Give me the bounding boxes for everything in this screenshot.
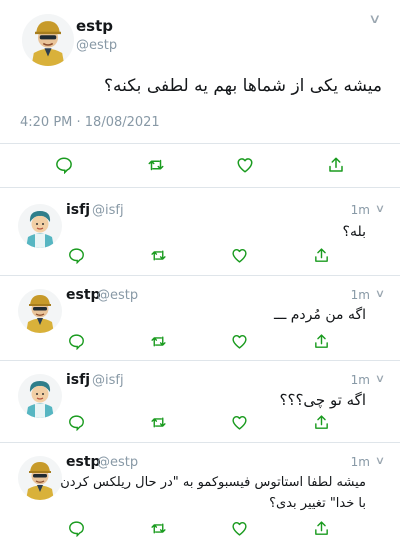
share-icon[interactable] xyxy=(324,153,348,177)
reply-actions xyxy=(0,243,400,267)
reply-icon[interactable] xyxy=(64,410,88,434)
author-handle[interactable]: @estp xyxy=(76,38,117,53)
share-icon[interactable] xyxy=(309,329,333,353)
share-icon[interactable] xyxy=(309,516,333,540)
reply-icon[interactable] xyxy=(64,243,88,267)
tweet-actions xyxy=(0,153,400,177)
reply-icon[interactable] xyxy=(64,516,88,540)
divider xyxy=(0,275,400,276)
chevron-down-icon[interactable]: ∨ xyxy=(369,12,382,27)
author-name[interactable]: estp xyxy=(66,287,101,303)
reply-tweet[interactable]: isfj @isfj 1m ∨ بله؟ xyxy=(0,192,400,275)
author-name[interactable]: estp xyxy=(66,454,101,470)
reply-text: میشه لطفا استاتوس فیسبوکمو به "در حال ری… xyxy=(60,475,366,511)
main-tweet: estp @estp ∨ میشه یکی از شماها بهم یه لط… xyxy=(0,0,400,190)
chevron-down-icon[interactable]: ∨ xyxy=(375,202,385,215)
author-handle[interactable]: @estp xyxy=(97,288,138,303)
author-handle[interactable]: @estp xyxy=(97,455,138,470)
author-name[interactable]: estp xyxy=(76,17,113,35)
time-ago[interactable]: 1m xyxy=(351,288,370,302)
author-handle[interactable]: @isfj xyxy=(92,373,124,388)
author-handle[interactable]: @isfj xyxy=(92,203,124,218)
avatar-estp[interactable] xyxy=(22,14,74,66)
reply-text: اگه تو چی؟؟؟ xyxy=(279,391,366,409)
reply-tweet[interactable]: estp @estp 1m ∨ میشه لطفا استاتوس فیسبوک… xyxy=(0,444,400,545)
like-icon[interactable] xyxy=(227,516,251,540)
reply-tweet[interactable]: estp @estp 1m ∨ اگه من مُردم ـــ xyxy=(0,277,400,360)
time-ago[interactable]: 1m xyxy=(351,203,370,217)
reply-text: اگه من مُردم ـــ xyxy=(274,307,366,323)
divider xyxy=(0,442,400,443)
reply-text: بله؟ xyxy=(342,224,366,240)
reply-actions xyxy=(0,516,400,540)
avatar-estp[interactable] xyxy=(18,289,62,333)
reply-actions xyxy=(0,410,400,434)
reply-icon[interactable] xyxy=(52,153,76,177)
author-name[interactable]: isfj xyxy=(66,202,90,218)
like-icon[interactable] xyxy=(233,153,257,177)
time-ago[interactable]: 1m xyxy=(351,373,370,387)
reply-icon[interactable] xyxy=(64,329,88,353)
chevron-down-icon[interactable]: ∨ xyxy=(375,372,385,385)
divider xyxy=(0,143,400,144)
tweet-text: میشه یکی از شماها بهم یه لطفی بکنه؟ xyxy=(104,76,382,96)
author-name[interactable]: isfj xyxy=(66,372,90,388)
time-ago[interactable]: 1m xyxy=(351,455,370,469)
retweet-icon[interactable] xyxy=(146,243,170,267)
retweet-icon[interactable] xyxy=(146,329,170,353)
chevron-down-icon[interactable]: ∨ xyxy=(375,454,385,467)
tweet-timestamp[interactable]: 4:20 PM · 18/08/2021 xyxy=(20,115,160,130)
share-icon[interactable] xyxy=(309,410,333,434)
retweet-icon[interactable] xyxy=(144,153,168,177)
like-icon[interactable] xyxy=(227,329,251,353)
divider xyxy=(0,360,400,361)
divider xyxy=(0,187,400,188)
reply-actions xyxy=(0,329,400,353)
reply-tweet[interactable]: isfj @isfj 1m ∨ اگه تو چی؟؟؟ xyxy=(0,362,400,442)
chevron-down-icon[interactable]: ∨ xyxy=(375,287,385,300)
retweet-icon[interactable] xyxy=(146,516,170,540)
share-icon[interactable] xyxy=(309,243,333,267)
avatar-isfj[interactable] xyxy=(18,204,62,248)
like-icon[interactable] xyxy=(227,243,251,267)
retweet-icon[interactable] xyxy=(146,410,170,434)
like-icon[interactable] xyxy=(227,410,251,434)
